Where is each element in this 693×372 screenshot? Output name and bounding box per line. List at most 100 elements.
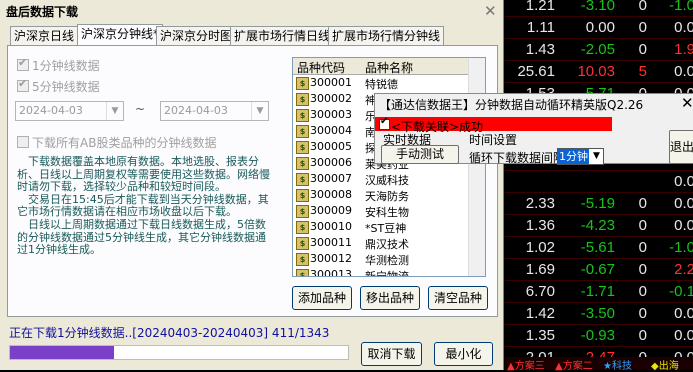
quote-row[interactable]: 1.36 -4.23 0 0.0 (505, 214, 693, 237)
chevron-down-icon[interactable]: ▼ (106, 102, 123, 120)
description-line: 时请勿下载，选择较少品种和较短时间段。 (17, 180, 226, 194)
quote-row[interactable]: 1.11 0.00 0 0.0 (505, 16, 693, 39)
remove-stock-button[interactable]: 移出品种 (360, 286, 420, 310)
description-text: 下载数据覆盖本地原有数据。本地选股、报表分 析、日线以上周期复权等需要使用这些数… (17, 155, 275, 257)
opt-all-ab-label: 下载所有AB股类品种的分钟线数据 (32, 136, 217, 150)
quote-cell: 0 (638, 0, 647, 14)
list-item[interactable]: $300001 特锐德 (293, 75, 468, 91)
quote-row[interactable]: 1.35 -0.93 0 0.0 (505, 324, 693, 347)
stock-icon: $ (296, 237, 309, 250)
list-item[interactable]: $300011 鼎汉技术 (293, 235, 468, 251)
stock-icon: $ (296, 253, 309, 266)
quote-row[interactable]: 0.0 (505, 170, 693, 193)
description-line: 日线以上周期数据通过下载日线数据生成，5倍数 (17, 217, 266, 231)
stock-code: 300005 (310, 140, 352, 153)
progress-fill (10, 346, 114, 359)
quote-row[interactable]: 1.43 -2.05 0 1.9 (505, 38, 693, 61)
stock-name: 鼎汉技术 (365, 238, 409, 251)
time-settings-label: 时间设置 (469, 133, 518, 147)
add-stock-button[interactable]: 添加品种 (292, 286, 352, 310)
quote-cell: -3.50 (580, 305, 615, 322)
exit-button[interactable]: 退出 (669, 130, 693, 164)
minimize-button[interactable]: 最小化 (434, 342, 493, 366)
quote-cell: 0 (638, 239, 647, 256)
stock-name: 汉威科技 (365, 174, 409, 187)
quote-cell: 1.69 (525, 261, 555, 278)
date-start-picker[interactable]: 2024-04-03 ▼ (15, 101, 124, 121)
stock-name: 安科生物 (365, 206, 409, 219)
stock-name: 天海防务 (365, 190, 409, 203)
chevron-down-icon[interactable]: ▼ (251, 102, 268, 120)
opt-all-ab-checkbox[interactable] (17, 136, 29, 148)
quote-cell: 0 (638, 305, 647, 322)
stock-code: 300010 (310, 220, 352, 233)
date-separator: ~ (135, 102, 146, 116)
quote-cell: 0 (638, 19, 647, 36)
quote-cell: 0.0 (674, 327, 693, 344)
stock-code: 300007 (310, 172, 352, 185)
quote-row[interactable]: 1.21 -3.10 0 -1.0 (505, 0, 693, 17)
quote-cell: 1.42 (525, 305, 555, 322)
dialog-title: 盘后数据下载 (6, 5, 79, 19)
list-item[interactable]: $300010 *ST豆神 (293, 219, 468, 235)
stock-name: 华测检测 (365, 254, 409, 267)
list-item[interactable]: $300007 汉威科技 (293, 171, 468, 187)
quote-bottom-tabs: ▲方案三 ▲方案二 ★科技 ◆出海 (505, 357, 693, 372)
quote-cell: 6.70 (525, 283, 555, 300)
date-end-picker[interactable]: 2024-04-03 ▼ (160, 101, 269, 121)
quote-row[interactable]: 1.42 -3.50 0 0.0 (505, 302, 693, 325)
tab-minute[interactable]: 沪深京分钟线* (77, 24, 164, 47)
quote-cell: -1.0 (669, 0, 693, 14)
tab-ext-daily[interactable]: 扩展市场行情日线 (230, 26, 335, 46)
quote-cell: 10.03 (577, 63, 615, 80)
cycle-download-window: 【通达信数据王】分钟数据自动循环精英版Q2.26 ✕ <下载关联>成功 实时数据… (374, 93, 693, 165)
opt-1min-checkbox[interactable] (17, 56, 29, 71)
quote-table: 1.21 -3.10 0 -1.0 1.11 0.00 0 0.0 1.43 -2.05 0 1.9 2… (505, 0, 693, 370)
interval-select[interactable]: 1分钟 ▼ (557, 148, 604, 165)
opt-5min-checkbox[interactable] (17, 77, 29, 92)
quote-row[interactable]: 6.70 -1.71 0 -0.1 (505, 280, 693, 303)
stock-code: 300009 (310, 204, 352, 217)
quote-cell: 0.0 (674, 305, 693, 322)
quote-cell: 2.33 (525, 195, 555, 212)
list-item[interactable]: $300012 华测检测 (293, 251, 468, 267)
close-icon[interactable]: ✕ (484, 2, 497, 20)
quote-cell: -0.93 (580, 327, 615, 344)
opt-5min-label: 5分钟线数据 (32, 80, 100, 94)
quote-cell: -4.23 (580, 217, 615, 234)
date-start-value: 2024-04-03 (19, 104, 83, 117)
quote-cell: 5 (638, 63, 647, 80)
list-scrollbar[interactable] (468, 58, 485, 276)
clear-stocks-button[interactable]: 清空品种 (428, 286, 488, 310)
close-icon[interactable]: ✕ (681, 94, 693, 112)
list-item[interactable]: $300013 新宁物流 (293, 267, 468, 276)
manual-test-button[interactable]: 手动测试 (381, 145, 459, 164)
list-item[interactable]: $300008 天海防务 (293, 187, 468, 203)
chevron-down-icon[interactable]: ▼ (590, 149, 603, 164)
tab-ext-minute[interactable]: 扩展市场行情分钟线 (328, 26, 445, 46)
quote-row[interactable]: 2.33 -5.19 0 0.0 (505, 192, 693, 215)
quote-row[interactable]: 25.61 10.03 5 0.0 (505, 60, 693, 83)
quote-row[interactable]: 1.02 -5.61 0 -1.0 (505, 236, 693, 259)
stock-name: 特锐德 (365, 78, 398, 91)
tab-timeshare[interactable]: 沪深京分时图 (156, 26, 237, 46)
quote-cell: 1.21 (525, 0, 555, 14)
quote-cell: -0.1 (669, 283, 693, 300)
quote-cell: 0 (638, 327, 647, 344)
stock-icon: $ (296, 141, 309, 154)
stock-icon: $ (296, 221, 309, 234)
header-code: 品种代码 (297, 61, 346, 75)
download-status: 正在下载1分钟线数据..[20240403-20240403] 411/1343 (9, 326, 330, 340)
quote-row[interactable]: 1.69 -0.67 0 2.2 (505, 258, 693, 281)
download-progress (9, 345, 349, 360)
link-checkbox[interactable] (379, 116, 390, 130)
interval-label: 循环下载数据间隔 (469, 151, 566, 165)
cancel-download-button[interactable]: 取消下载 (361, 342, 422, 366)
tab-daily[interactable]: 沪深京日线 (10, 26, 79, 46)
stock-icon: $ (296, 173, 309, 186)
list-item[interactable]: $300009 安科生物 (293, 203, 468, 219)
stock-list[interactable]: 品种代码 品种名称 $300001特锐德$300002神州泰岳$300003乐普… (292, 57, 486, 277)
quote-cell: 0.00 (585, 19, 615, 36)
tab-bar: 沪深京日线 沪深京分钟线* 沪深京分时图 扩展市场行情日线 扩展市场行情分钟线 (10, 24, 445, 47)
quote-cell: 1.11 (526, 19, 555, 36)
